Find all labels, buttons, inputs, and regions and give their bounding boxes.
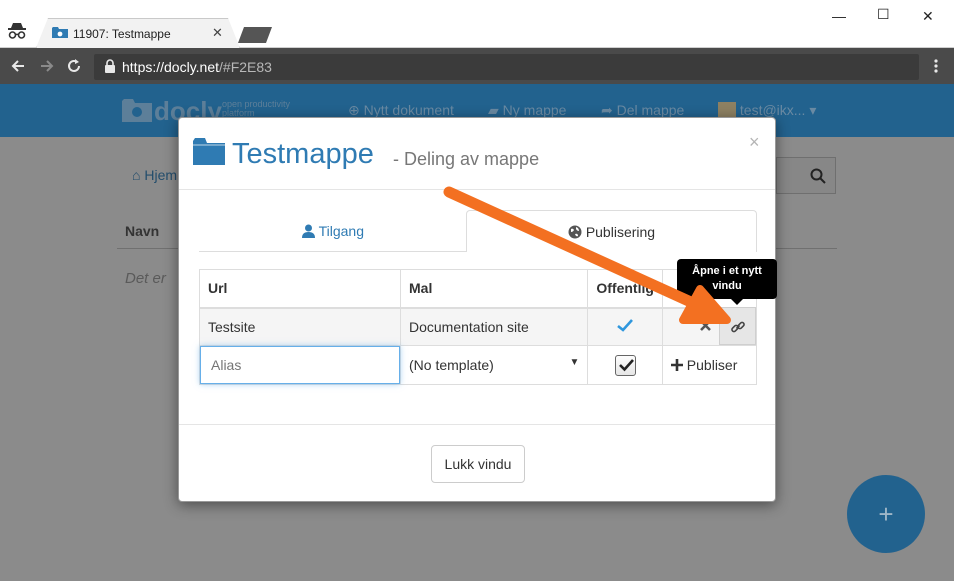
new-publish-row: (No template) ▼ Publiser bbox=[199, 345, 758, 385]
delete-icon[interactable] bbox=[699, 319, 712, 332]
add-fab-button[interactable]: + bbox=[847, 475, 925, 553]
modal-title: Testmappe bbox=[232, 138, 374, 170]
lock-icon bbox=[105, 59, 115, 73]
alias-input[interactable] bbox=[200, 346, 400, 384]
window-maximize-button[interactable]: ☐ bbox=[877, 6, 890, 23]
link-icon bbox=[731, 321, 745, 333]
modal-subtitle: - Deling av mappe bbox=[393, 149, 540, 169]
check-icon bbox=[618, 358, 634, 371]
breadcrumb-home[interactable]: ⌂ Hjem bbox=[132, 167, 177, 183]
plus-icon bbox=[670, 359, 683, 371]
nav-user-label: test@ikx... bbox=[739, 102, 806, 118]
search-button[interactable] bbox=[776, 157, 836, 194]
alias-cell bbox=[199, 345, 401, 385]
reload-icon[interactable] bbox=[65, 57, 83, 75]
row-public-cell bbox=[587, 307, 663, 346]
header-public: Offentlig bbox=[587, 269, 663, 309]
share-folder-modal: Testmappe - Deling av mappe × Tilgang Pu… bbox=[178, 117, 777, 502]
public-checkbox-cell bbox=[587, 345, 663, 385]
docly-logo-icon bbox=[122, 99, 152, 122]
select-caret-icon: ▼ bbox=[569, 357, 580, 368]
publish-label: Publiser bbox=[686, 357, 738, 373]
tab-publishing-label: Publisering bbox=[585, 224, 656, 240]
close-window-button[interactable]: Lukk vindu bbox=[431, 445, 525, 483]
modal-header-divider bbox=[179, 189, 775, 190]
empty-folder-text: Det er bbox=[125, 270, 166, 287]
tab-access[interactable]: Tilgang bbox=[199, 210, 467, 252]
nav-new-document-label: Nytt dokument bbox=[363, 102, 454, 118]
folder-favicon-icon bbox=[52, 27, 68, 38]
row-template: Documentation site bbox=[399, 307, 589, 346]
url-host: https://docly.net bbox=[122, 59, 220, 75]
publish-cell: Publiser bbox=[661, 345, 758, 385]
row-url[interactable]: Testsite bbox=[199, 307, 401, 346]
nav-new-folder-label: Ny mappe bbox=[502, 102, 567, 118]
url-text[interactable]: https://docly.net/#F2E83 bbox=[122, 59, 272, 75]
checkmark-icon bbox=[617, 318, 634, 332]
user-icon bbox=[301, 224, 315, 238]
header-template: Mal bbox=[399, 269, 589, 309]
folder-icon bbox=[193, 138, 225, 165]
tab-publishing[interactable]: Publisering bbox=[466, 210, 757, 252]
column-header-name[interactable]: Navn bbox=[125, 223, 159, 239]
open-link-button[interactable] bbox=[719, 307, 756, 345]
url-path: /#F2E83 bbox=[219, 59, 272, 75]
tooltip-line1: Åpne i et nytt bbox=[692, 265, 762, 277]
tab-title: 11907: Testmappe bbox=[73, 27, 171, 41]
nav-share-folder-label: Del mappe bbox=[616, 102, 685, 118]
menu-dots-icon[interactable] bbox=[927, 57, 945, 75]
table-header-row: Url Mal Offentlig bbox=[199, 269, 758, 309]
modal-footer-divider bbox=[179, 424, 775, 425]
forward-arrow-icon[interactable] bbox=[38, 57, 56, 75]
tooltip-line2: vindu bbox=[712, 280, 742, 292]
publishing-table: Url Mal Offentlig Testsite Documentation… bbox=[199, 269, 758, 385]
back-arrow-icon[interactable] bbox=[9, 57, 27, 75]
public-checkbox[interactable] bbox=[614, 354, 636, 376]
publish-button[interactable]: Publiser bbox=[670, 357, 738, 373]
new-tab-button[interactable] bbox=[238, 27, 272, 43]
logo-subtitle: open productivity platform bbox=[222, 100, 290, 118]
modal-close-icon[interactable]: × bbox=[749, 132, 760, 153]
incognito-icon bbox=[8, 23, 26, 39]
template-select[interactable]: (No template) ▼ bbox=[399, 345, 589, 385]
link-tooltip: Åpne i et nytt vindu bbox=[677, 259, 777, 299]
breadcrumb-home-label: Hjem bbox=[144, 167, 178, 183]
search-icon bbox=[810, 168, 826, 184]
globe-icon bbox=[568, 225, 582, 239]
template-select-value: (No template) bbox=[409, 357, 494, 373]
header-url: Url bbox=[199, 269, 401, 309]
tab-access-label: Tilgang bbox=[318, 223, 365, 239]
table-row: Testsite Documentation site bbox=[199, 307, 758, 346]
tooltip-arrow bbox=[731, 299, 743, 305]
tab-close-icon[interactable]: ✕ bbox=[212, 25, 223, 41]
window-close-button[interactable]: ✕ bbox=[922, 8, 934, 25]
browser-titlebar: 11907: Testmappe ✕ — ☐ ✕ bbox=[0, 0, 954, 48]
window-minimize-button[interactable]: — bbox=[832, 8, 846, 24]
